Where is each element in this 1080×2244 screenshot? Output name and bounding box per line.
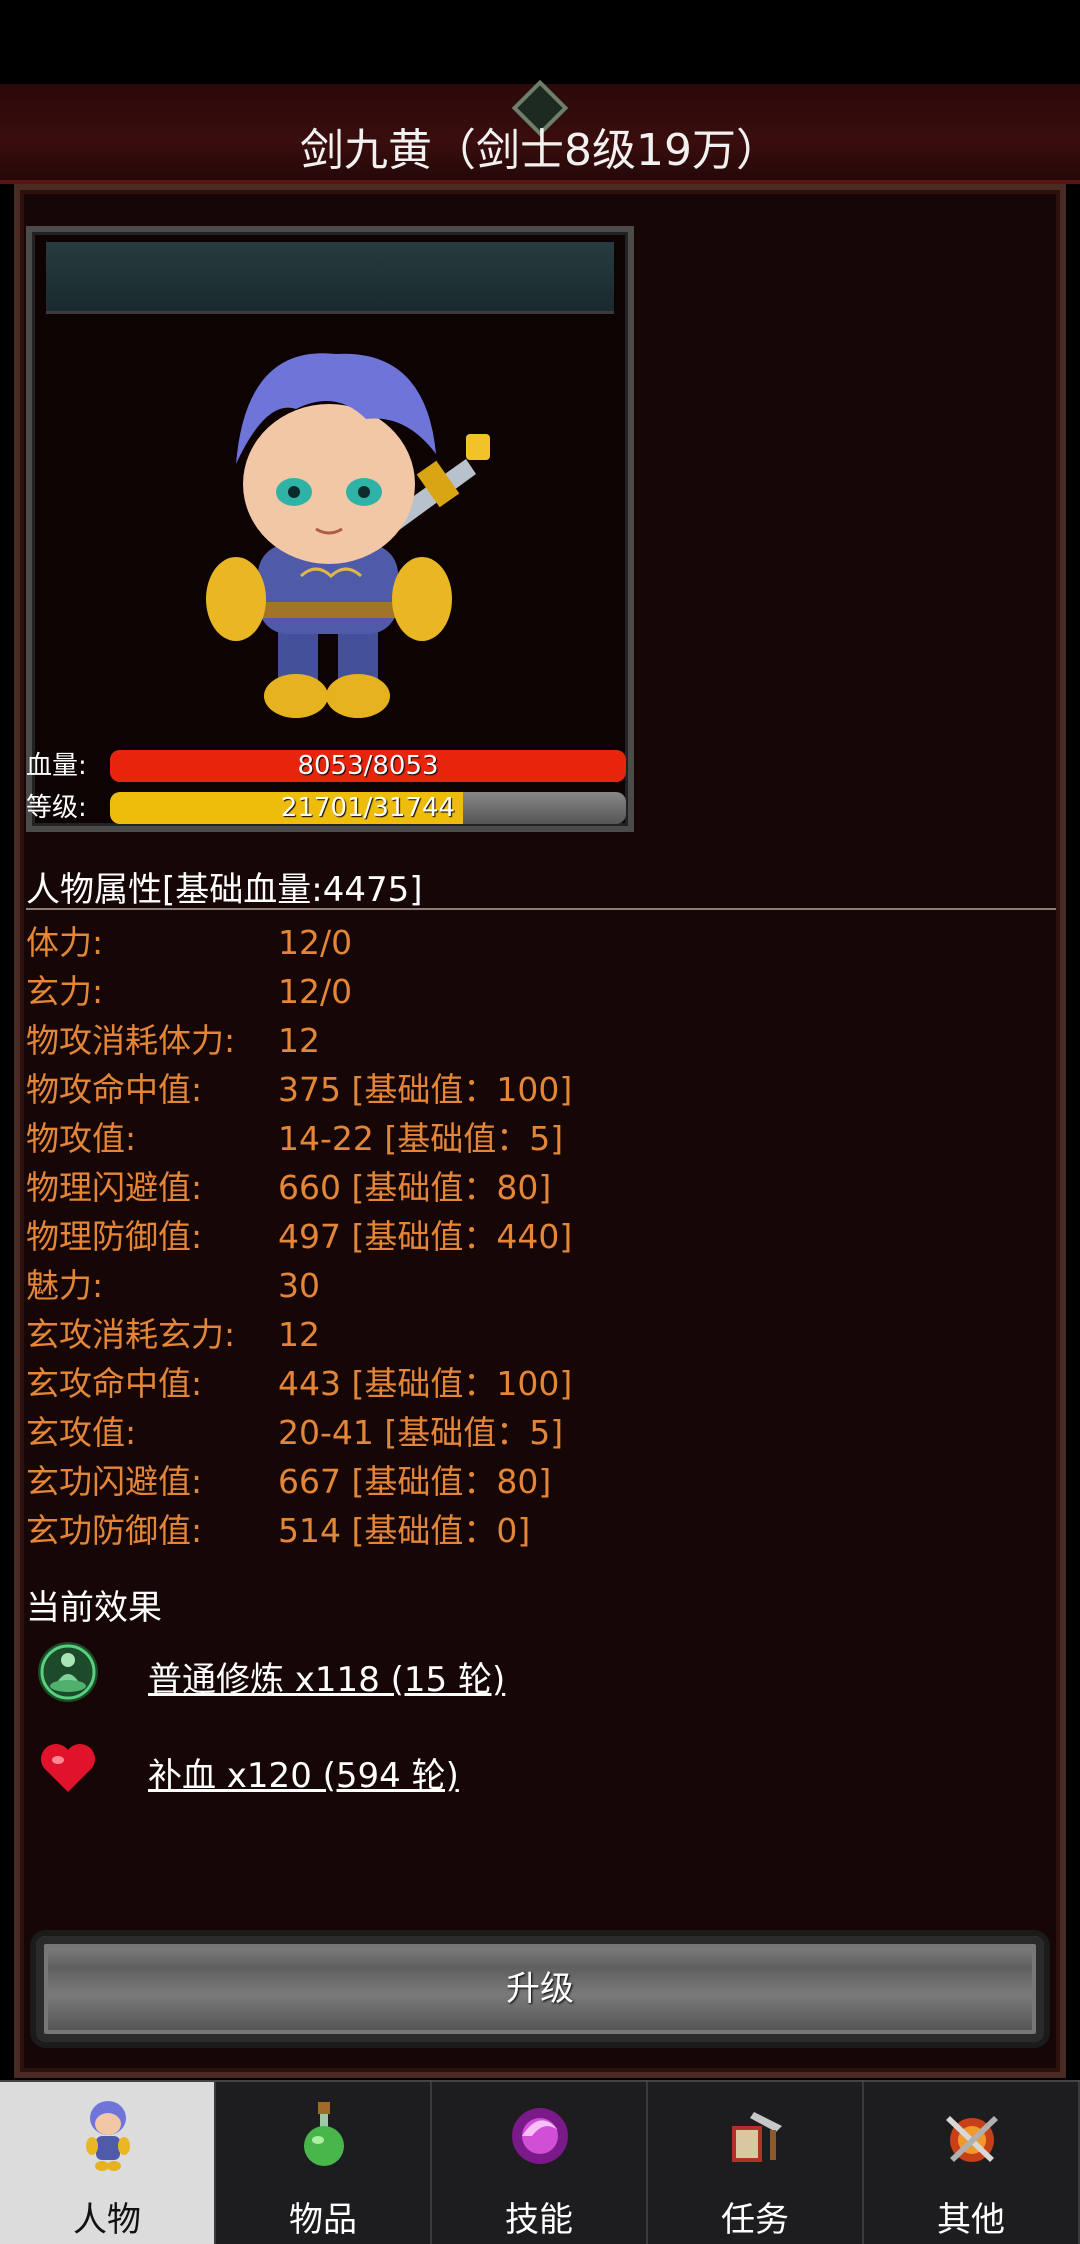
effect-link[interactable]: 普通修炼 x118 (15 轮) [148,1652,505,1701]
hp-value: 8053/8053 [297,751,439,781]
tab-skills[interactable]: 技能 [432,2082,648,2244]
tab-label: 其他 [937,2200,1005,2240]
other-icon [946,2116,998,2162]
tab-items[interactable]: 物品 [216,2082,432,2244]
character-icon [86,2101,130,2171]
attributes-list: 体力: 12/0 玄力: 12/0 物攻消耗体力: 12 物攻命中值: 375 [基础值… [26,918,1026,1555]
attribute-name: 玄攻命中值: [26,1364,203,1403]
attribute-name: 魅力: [26,1266,104,1305]
attribute-name: 物理闪避值: [26,1168,203,1207]
attributes-divider [26,908,1056,910]
attribute-row: 玄功防御值: 514 [基础值：0] [26,1506,1026,1555]
character-avatar [206,353,490,718]
attribute-name: 玄攻值: [26,1413,137,1452]
portrait-header [46,242,614,314]
attribute-row: 魅力: 30 [26,1261,1026,1310]
attribute-value: 12/0 [278,972,353,1011]
attribute-row: 物攻消耗体力: 12 [26,1016,1026,1065]
attribute-value: 497 [基础值：440] [278,1217,573,1256]
attribute-row: 物攻命中值: 375 [基础值：100] [26,1065,1026,1114]
attribute-row: 玄功闪避值: 667 [基础值：80] [26,1457,1026,1506]
effect-item-heal[interactable]: 补血 x120 (594 轮) [36,1736,936,1806]
attribute-row: 玄攻命中值: 443 [基础值：100] [26,1359,1026,1408]
attribute-value: 514 [基础值：0] [278,1511,531,1550]
attribute-name: 物攻消耗体力: [26,1021,236,1060]
attributes-header: 人物属性[基础血量:4475] [26,870,423,910]
attribute-value: 30 [278,1266,320,1305]
attribute-name: 物攻值: [26,1119,137,1158]
level-bar: 21701/31744 [110,792,626,824]
attribute-name: 玄功防御值: [26,1511,203,1550]
tab-quests[interactable]: 任务 [648,2082,864,2244]
potion-icon [304,2102,344,2166]
attribute-value: 660 [基础值：80] [278,1168,552,1207]
level-value: 21701/31744 [280,793,456,823]
level-label: 等级: [26,793,87,823]
attribute-value: 12 [278,1021,320,1060]
attribute-value: 14-22 [基础值：5] [278,1119,564,1158]
attribute-value: 20-41 [基础值：5] [278,1413,564,1452]
attribute-value: 443 [基础值：100] [278,1364,573,1403]
hp-bar-row: 血量: 8053/8053 [26,748,636,784]
attribute-row: 物理闪避值: 660 [基础值：80] [26,1163,1026,1212]
tab-label: 人物 [73,2200,141,2240]
attribute-row: 物理防御值: 497 [基础值：440] [26,1212,1026,1261]
attribute-row: 物攻值: 14-22 [基础值：5] [26,1114,1026,1163]
heart-icon [41,1744,95,1792]
skill-orb-icon [512,2108,568,2164]
attribute-row: 体力: 12/0 [26,918,1026,967]
attribute-value: 12/0 [278,923,353,962]
title-bar: 剑九黄（剑士8级19万） [0,79,1080,184]
meditation-icon [38,1642,98,1702]
character-portrait-frame [26,226,634,832]
attribute-value: 375 [基础值：100] [278,1070,573,1109]
hp-label: 血量: [26,751,87,781]
attribute-row: 玄攻值: 20-41 [基础值：5] [26,1408,1026,1457]
hp-bar: 8053/8053 [110,750,626,782]
attribute-name: 玄攻消耗玄力: [26,1315,236,1354]
effects-header: 当前效果 [26,1588,162,1628]
quest-icon [732,2112,782,2162]
attribute-name: 体力: [26,923,104,962]
tab-label: 物品 [289,2200,357,2240]
attribute-name: 物攻命中值: [26,1070,203,1109]
attribute-name: 玄功闪避值: [26,1462,203,1501]
tab-other[interactable]: 其他 [864,2082,1080,2244]
attribute-name: 玄力: [26,972,104,1011]
attribute-value: 667 [基础值：80] [278,1462,552,1501]
effect-item-cultivation[interactable]: 普通修炼 x118 (15 轮) [36,1640,936,1710]
attribute-row: 玄力: 12/0 [26,967,1026,1016]
bottom-tab-bar: 人物 物品 技能 任务 其他 [0,2080,1080,2244]
attribute-row: 玄攻消耗玄力: 12 [26,1310,1026,1359]
attribute-name: 物理防御值: [26,1217,203,1256]
tab-label: 技能 [505,2200,573,2240]
page-title: 剑九黄（剑士8级19万） [300,125,780,176]
upgrade-button[interactable]: 升级 [30,1930,1050,2048]
tab-label: 任务 [721,2200,789,2240]
upgrade-button-label: 升级 [506,1969,574,2009]
level-bar-row: 等级: 21701/31744 [26,790,636,826]
status-bar [0,0,1080,84]
attribute-value: 12 [278,1315,320,1354]
effect-link[interactable]: 补血 x120 (594 轮) [148,1748,459,1797]
tab-character[interactable]: 人物 [0,2082,216,2244]
